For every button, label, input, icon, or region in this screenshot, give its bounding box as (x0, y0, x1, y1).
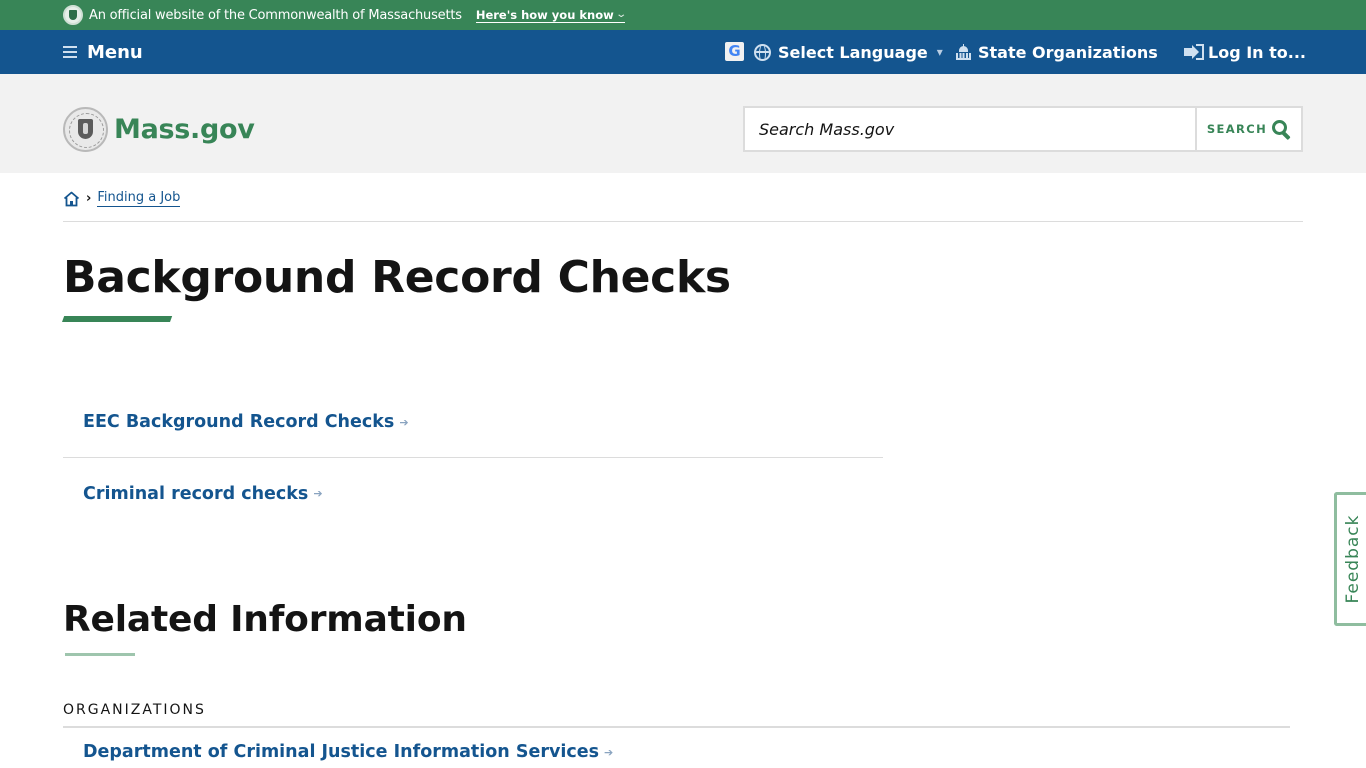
how-you-know-toggle[interactable]: Here's how you know ⌄ (475, 7, 627, 23)
breadcrumb-divider (63, 221, 1303, 222)
link-criminal-record-checks[interactable]: Criminal record checks ➔ (63, 458, 883, 529)
home-icon[interactable] (63, 191, 80, 207)
breadcrumb-item-finding-a-job[interactable]: Finding a Job (97, 190, 181, 207)
google-translate-icon: G (725, 42, 744, 61)
select-language-button[interactable]: Select Language ▾ (754, 30, 943, 74)
how-you-know-label: Here's how you know (475, 7, 614, 22)
chevron-down-icon: ▾ (936, 45, 943, 59)
page-title: Background Record Checks (63, 252, 731, 303)
feedback-button[interactable]: Feedback (1334, 492, 1366, 626)
globe-icon (754, 43, 771, 61)
feedback-label: Feedback (1342, 514, 1363, 604)
state-organizations-button[interactable]: State Organizations (956, 30, 1158, 74)
official-banner: An official website of the Commonwealth … (0, 0, 1366, 30)
logo-text: Mass.gov (114, 114, 255, 145)
arrow-right-icon: ➔ (399, 415, 409, 429)
title-underline (62, 316, 173, 322)
menu-button[interactable]: Menu (63, 30, 143, 74)
search-input[interactable] (745, 108, 1195, 150)
menu-label: Menu (87, 41, 143, 63)
capitol-building-icon (956, 44, 971, 60)
login-icon (1184, 44, 1204, 60)
search-button-label: SEARCH (1206, 122, 1268, 136)
login-label: Log In to... (1208, 42, 1306, 62)
utility-nav: Menu G Select Language ▾ State Organizat… (0, 30, 1366, 74)
site-header: Mass.gov SEARCH (0, 74, 1366, 173)
mass-gov-logo-link[interactable]: Mass.gov (63, 107, 255, 152)
link-label: EEC Background Record Checks (83, 412, 395, 432)
hamburger-icon (63, 46, 77, 58)
search-icon (1272, 119, 1291, 140)
link-eec-background-record-checks[interactable]: EEC Background Record Checks ➔ (63, 387, 883, 458)
link-list: EEC Background Record Checks ➔ Criminal … (63, 387, 883, 529)
official-website-text: An official website of the Commonwealth … (89, 7, 462, 23)
select-language-label: Select Language (778, 42, 928, 62)
arrow-right-icon: ➔ (313, 487, 323, 500)
search-form: SEARCH (743, 106, 1303, 152)
organizations-label: ORGANIZATIONS (63, 702, 206, 718)
breadcrumb-separator: › (86, 191, 92, 206)
state-organizations-label: State Organizations (978, 42, 1158, 62)
state-seal-icon (63, 107, 108, 152)
login-button[interactable]: Log In to... (1184, 30, 1306, 74)
link-dept-criminal-justice-info-services[interactable]: Department of Criminal Justice Informati… (83, 742, 613, 762)
breadcrumb: › Finding a Job (63, 190, 181, 207)
search-button[interactable]: SEARCH (1195, 108, 1301, 150)
related-information-heading: Related Information (63, 599, 467, 640)
organizations-divider (63, 726, 1290, 728)
chevron-down-icon: ⌄ (615, 8, 627, 20)
related-underline (65, 653, 135, 656)
link-label: Department of Criminal Justice Informati… (83, 742, 600, 762)
link-label: Criminal record checks (83, 483, 309, 504)
state-seal-icon (63, 5, 83, 25)
arrow-right-icon: ➔ (604, 745, 614, 759)
